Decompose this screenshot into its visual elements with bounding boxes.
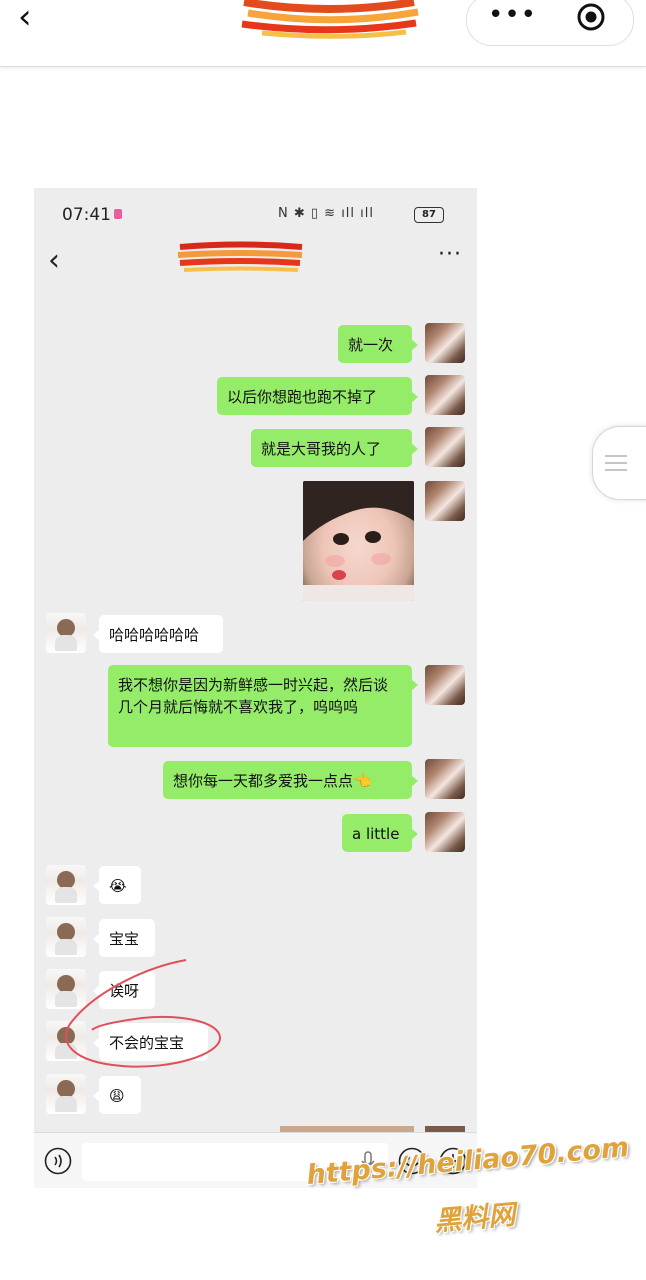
close-mini-program-icon[interactable]	[576, 2, 606, 32]
avatar-self[interactable]	[425, 481, 465, 521]
avatar-self[interactable]	[425, 759, 465, 799]
avatar-contact[interactable]	[46, 613, 86, 653]
message-bubble-sent[interactable]: 就一次	[338, 325, 418, 363]
message-bubble-sent[interactable]: 以后你想跑也跑不掉了	[217, 377, 418, 415]
avatar-self[interactable]	[425, 665, 465, 705]
message-bubble-sent[interactable]: 想你每一天都多爱我一点点👈	[163, 761, 418, 799]
status-icons: N ✱ ▯ ≋ ıll ıll	[278, 206, 374, 221]
baby-face-image	[303, 481, 414, 601]
redacted-title-scribble	[241, 0, 419, 39]
status-bar: 07:41 N ✱ ▯ ≋ ıll ıll 87	[34, 188, 477, 240]
message-bubble-received[interactable]: 😩	[93, 1076, 141, 1114]
message-bubble-received[interactable]: 😭	[93, 866, 141, 904]
more-dots-icon[interactable]: •••	[488, 2, 536, 30]
avatar-self[interactable]	[425, 375, 465, 415]
avatar-contact[interactable]	[46, 1074, 86, 1114]
redacted-contact-name	[177, 241, 303, 272]
message-bubble-sent[interactable]: a little	[342, 814, 418, 852]
message-bubble-received[interactable]: 宝宝	[93, 919, 155, 957]
chat-header: ‹ ···	[34, 240, 477, 286]
voice-icon[interactable]	[44, 1147, 72, 1175]
message-bubble-sent[interactable]: 就是大哥我的人了	[251, 429, 418, 467]
message-bubble-sent[interactable]: 我不想你是因为新鲜感一时兴起，然后谈几个月就后悔就不喜欢我了，呜呜呜	[108, 665, 418, 747]
avatar-self[interactable]	[425, 323, 465, 363]
more-dots-icon[interactable]: ···	[438, 242, 462, 267]
browser-top-bar: ‹ •••	[0, 0, 646, 67]
chat-screenshot: 07:41 N ✱ ▯ ≋ ıll ıll 87 ‹ ··· 就一次 以后你想跑…	[34, 188, 477, 1188]
side-drawer-handle[interactable]	[592, 426, 646, 500]
watermark: https://heiliao70.com 黑料网	[300, 1132, 630, 1246]
watermark-label: 黑料网	[433, 1199, 517, 1238]
sent-image-message[interactable]	[303, 481, 414, 601]
avatar-self[interactable]	[425, 812, 465, 852]
avatar-contact[interactable]	[46, 917, 86, 957]
chevron-left-icon[interactable]: ‹	[48, 246, 60, 276]
notification-icon	[114, 209, 122, 219]
avatar-self[interactable]	[425, 427, 465, 467]
message-bubble-received[interactable]: 哈哈哈哈哈哈	[93, 615, 223, 653]
status-time: 07:41	[62, 205, 111, 225]
battery-indicator: 87	[414, 207, 444, 223]
chevron-left-icon[interactable]: ‹	[18, 0, 48, 36]
red-annotation-circle	[65, 959, 222, 1068]
avatar-contact[interactable]	[46, 865, 86, 905]
